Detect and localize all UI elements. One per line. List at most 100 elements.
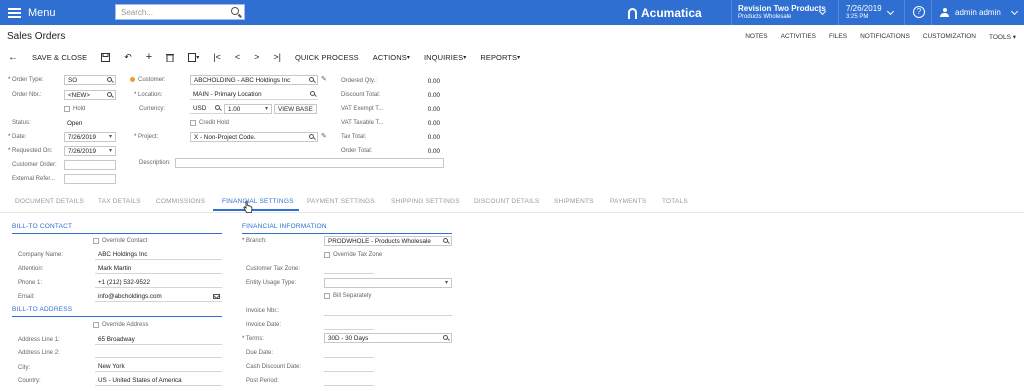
search-icon[interactable] [231,7,239,15]
search-input[interactable]: Search... [115,4,245,20]
customer-label: Customer: [130,77,166,83]
override-contact-checkbox[interactable] [93,238,99,244]
menu-button[interactable]: Menu [8,0,56,25]
override-tax-zone-label: Override Tax Zone [333,252,383,258]
last-record-icon[interactable]: >| [273,52,281,62]
customer-field[interactable]: ABCHOLDING - ABC Holdings Inc [190,75,318,85]
due-date-field[interactable] [324,348,374,358]
add-icon[interactable]: + [146,51,152,63]
edit-pencil-icon[interactable]: ✎ [321,133,328,140]
customer-order-field[interactable] [64,160,116,170]
tab-financial-settings[interactable]: FINANCIAL SETTINGS [222,198,294,205]
actions-menu[interactable]: ACTIONS [373,53,410,62]
phone-value: +1 (212) 532-9522 [98,279,150,286]
branch-field[interactable]: PRODWHOLE - Products Wholesale [324,236,452,246]
search-icon[interactable] [310,91,315,96]
section-divider [12,233,222,234]
view-base-button[interactable]: VIEW BASE [274,104,317,114]
currency-rate-field[interactable]: 1.00 [224,104,272,114]
external-ref-field[interactable] [64,174,116,184]
back-arrow-icon[interactable]: ← [8,52,18,63]
next-record-icon[interactable]: > [254,52,259,62]
tab-discount-details[interactable]: DISCOUNT DETAILS [474,198,539,205]
post-period-field[interactable] [324,376,374,386]
date-field[interactable]: 7/26/2019 [64,132,116,142]
files-link[interactable]: FILES [829,33,847,41]
quick-process-button[interactable]: QUICK PROCESS [295,53,359,62]
order-total-value: 0.00 [427,148,440,155]
tab-payment-settings[interactable]: PAYMENT SETTINGS [307,198,375,205]
search-icon[interactable] [215,105,220,110]
tab-tax-details[interactable]: TAX DETAILS [98,198,141,205]
help-icon[interactable]: ? [913,6,925,18]
search-icon[interactable] [107,77,112,82]
search-icon[interactable] [443,238,448,243]
invoice-nbr-field[interactable] [324,306,452,316]
requested-on-field[interactable]: 7/26/2019 [64,146,116,156]
order-type-field[interactable]: SO [64,75,116,85]
customer-tax-zone-field[interactable] [324,264,374,274]
user-menu[interactable]: admin admin [940,8,1001,17]
terms-value: 30D - 30 Days [328,335,369,342]
edit-pencil-icon[interactable]: ✎ [321,76,328,83]
entity-usage-type-field[interactable] [324,278,452,288]
currency-field[interactable]: USD [190,104,223,114]
branch-selector[interactable]: Revision Two Products Products Wholesale [738,4,826,22]
order-nbr-field[interactable]: <NEW> [64,90,116,100]
first-record-icon[interactable]: |< [213,52,221,62]
cash-discount-date-field[interactable] [324,362,374,372]
hold-checkbox[interactable] [64,106,70,112]
toolbar: ← SAVE & CLOSE ↶ + |< < > >| QUICK PROCE… [8,50,534,64]
inquiries-menu[interactable]: INQUIRIES [424,53,466,62]
phone-field[interactable]: +1 (212) 532-9522 [95,278,222,288]
user-chevron-down-icon[interactable] [1010,7,1019,16]
customization-link[interactable]: CUSTOMIZATION [923,33,976,41]
bill-separately-checkbox[interactable] [324,293,330,299]
terms-field[interactable]: 30D - 30 Days [324,333,452,343]
tab-payments[interactable]: PAYMENTS [610,198,646,205]
address-line1-value: 65 Broadway [98,336,135,343]
requested-on-value: 7/26/2019 [68,148,97,155]
attention-field[interactable]: Mark Martin [95,264,222,274]
currency-rate-value: 1.00 [228,106,241,113]
save-icon[interactable] [101,52,111,62]
tab-totals[interactable]: TOTALS [662,198,688,205]
invoice-date-field[interactable] [324,320,374,330]
previous-record-icon[interactable]: < [235,52,240,62]
override-tax-zone-checkbox[interactable] [324,252,330,258]
company-name-field[interactable]: ABC Holdings Inc [95,250,222,260]
undo-icon[interactable]: ↶ [124,52,132,63]
search-icon[interactable] [309,77,314,82]
delete-icon[interactable] [166,53,175,62]
vat-taxable-label: VAT Taxable T... [341,120,384,126]
mail-icon[interactable] [213,294,220,299]
override-address-checkbox[interactable] [93,322,99,328]
tab-shipping-settings[interactable]: SHIPPING SETTINGS [391,198,460,205]
tab-shipments[interactable]: SHIPMENTS [554,198,594,205]
search-icon[interactable] [107,92,112,97]
search-icon[interactable] [443,335,448,340]
tools-menu[interactable]: TOOLS [989,33,1016,41]
date-chevron-down-icon[interactable] [886,7,895,16]
location-field[interactable]: MAIN - Primary Location [190,90,318,100]
reports-menu[interactable]: REPORTS [480,53,520,62]
email-field[interactable]: info@abcholdings.com [95,292,222,302]
section-divider [12,316,222,317]
project-field[interactable]: X - Non-Project Code. [190,132,318,142]
description-field[interactable] [175,158,444,168]
address-line1-field[interactable]: 65 Broadway [95,335,222,345]
save-close-button[interactable]: SAVE & CLOSE [32,53,87,62]
activities-link[interactable]: ACTIVITIES [781,33,816,41]
city-field[interactable]: New York [95,362,222,372]
tab-commissions[interactable]: COMMISSIONS [156,198,205,205]
business-date-selector[interactable]: 7/26/2019 3:25 PM [846,4,882,22]
notes-link[interactable]: NOTES [745,33,767,41]
copy-paste-icon[interactable] [188,52,199,62]
country-field[interactable]: US - United States of America [95,376,222,386]
tab-document-details[interactable]: DOCUMENT DETAILS [15,198,84,205]
credit-hold-checkbox[interactable] [190,120,196,126]
acumatica-logo[interactable]: Acumatica [628,6,702,20]
search-icon[interactable] [309,134,314,139]
address-line2-field[interactable] [95,348,222,358]
notifications-link[interactable]: NOTIFICATIONS [860,33,910,41]
